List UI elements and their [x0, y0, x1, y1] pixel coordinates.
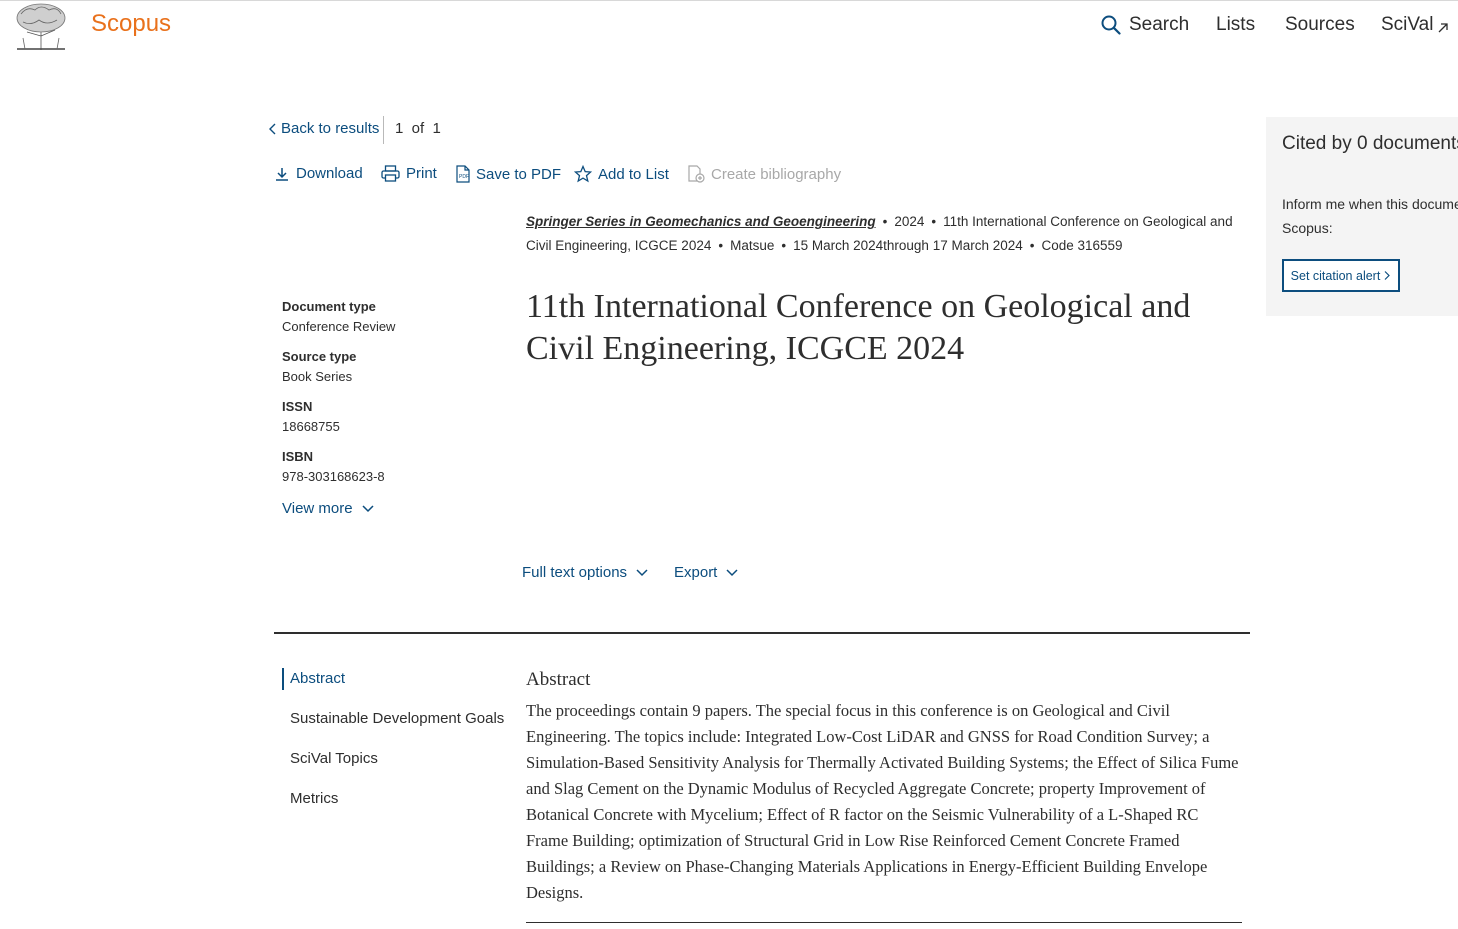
meta-document-type: Document type Conference Review [282, 299, 395, 334]
nav-lists[interactable]: Lists [1216, 14, 1255, 36]
back-to-results-link[interactable]: Back to results [268, 120, 379, 137]
nav-search-label: Search [1129, 14, 1190, 35]
source-dates: 15 March 2024through 17 March 2024 [793, 238, 1023, 253]
nav-search[interactable]: Search [1101, 14, 1189, 36]
cited-by-title: Cited by 0 documents [1282, 133, 1458, 154]
create-bibliography-button[interactable]: Create bibliography [687, 165, 841, 183]
meta-issn: ISSN 18668755 [282, 399, 340, 434]
svg-text:PDF: PDF [459, 174, 469, 180]
chevron-down-icon [726, 568, 738, 576]
left-nav-scival-topics[interactable]: SciVal Topics [290, 750, 378, 767]
section-divider [274, 632, 1250, 634]
nav-scival[interactable]: SciVal [1381, 14, 1449, 36]
star-icon [574, 165, 592, 183]
left-nav-abstract[interactable]: Abstract [290, 670, 345, 687]
meta-label: Source type [282, 349, 357, 364]
meta-label: ISBN [282, 449, 314, 464]
save-pdf-label: Save to PDF [476, 165, 562, 183]
meta-value: 978-303168623-8 [282, 469, 385, 484]
nav-sources[interactable]: Sources [1285, 14, 1355, 36]
cited-by-text: Inform me when this document is cited in… [1282, 196, 1458, 236]
set-citation-alert-button[interactable]: Set citation alert [1282, 259, 1400, 292]
left-nav-metrics[interactable]: Metrics [290, 790, 338, 807]
scopus-logo[interactable]: Scopus [91, 10, 171, 38]
source-code: Code 316559 [1041, 238, 1123, 253]
external-link-icon [1438, 22, 1449, 32]
meta-isbn: ISBN 978-303168623-8 [282, 449, 385, 484]
add-to-list-button[interactable]: Add to List [574, 165, 669, 183]
chevron-left-icon [269, 123, 276, 134]
left-nav-sdg[interactable]: Sustainable Development Goals [290, 710, 504, 727]
add-to-list-label: Add to List [598, 165, 669, 183]
divider [383, 116, 384, 144]
download-button[interactable]: Download [274, 165, 363, 182]
chevron-right-icon [1384, 271, 1391, 280]
meta-label: ISSN [282, 399, 313, 414]
full-text-label: Full text options [522, 564, 628, 581]
print-icon [381, 165, 400, 182]
meta-value: 18668755 [282, 419, 340, 434]
search-icon [1101, 15, 1121, 35]
pdf-icon: PDF [456, 165, 470, 183]
meta-value: Conference Review [282, 319, 396, 334]
abstract-text: The proceedings contain 9 papers. The sp… [526, 701, 1239, 902]
meta-value: Book Series [282, 369, 353, 384]
print-label: Print [406, 165, 437, 182]
print-button[interactable]: Print [381, 165, 437, 182]
meta-source-type: Source type Book Series [282, 349, 356, 384]
cited-by-panel: Cited by 0 documents Inform me when this… [1266, 117, 1458, 316]
view-more-label: View more [282, 500, 353, 517]
document-title: 11th International Conference on Geologi… [526, 288, 1191, 367]
full-text-options-dropdown[interactable]: Full text options [522, 564, 649, 581]
source-year: 2024 [894, 214, 925, 229]
abstract-heading: Abstract [526, 669, 591, 690]
bibliography-icon [688, 165, 705, 183]
nav-scival-label: SciVal [1381, 14, 1434, 35]
export-dropdown[interactable]: Export [674, 564, 739, 581]
result-counter: 1 of 1 [395, 120, 441, 137]
chevron-down-icon [362, 504, 374, 512]
export-label: Export [674, 564, 718, 581]
citation-alert-label: Set citation alert [1290, 268, 1381, 283]
download-icon [276, 167, 288, 181]
series-link[interactable]: Springer Series in Geomechanics and Geoe… [526, 214, 876, 229]
create-bibliography-label: Create bibliography [711, 165, 842, 183]
chevron-down-icon [636, 568, 648, 576]
source-location: Matsue [730, 238, 775, 253]
view-more-button[interactable]: View more [282, 500, 375, 517]
source-info: Springer Series in Geomechanics and Geoe… [526, 214, 1233, 253]
download-label: Download [296, 165, 363, 182]
active-indicator [282, 668, 284, 690]
elsevier-tree-logo[interactable] [13, 2, 69, 51]
back-label: Back to results [281, 120, 380, 137]
meta-label: Document type [282, 299, 376, 314]
top-border [0, 0, 1458, 1]
abstract-divider [526, 922, 1242, 923]
save-pdf-button[interactable]: PDF Save to PDF [456, 165, 561, 183]
